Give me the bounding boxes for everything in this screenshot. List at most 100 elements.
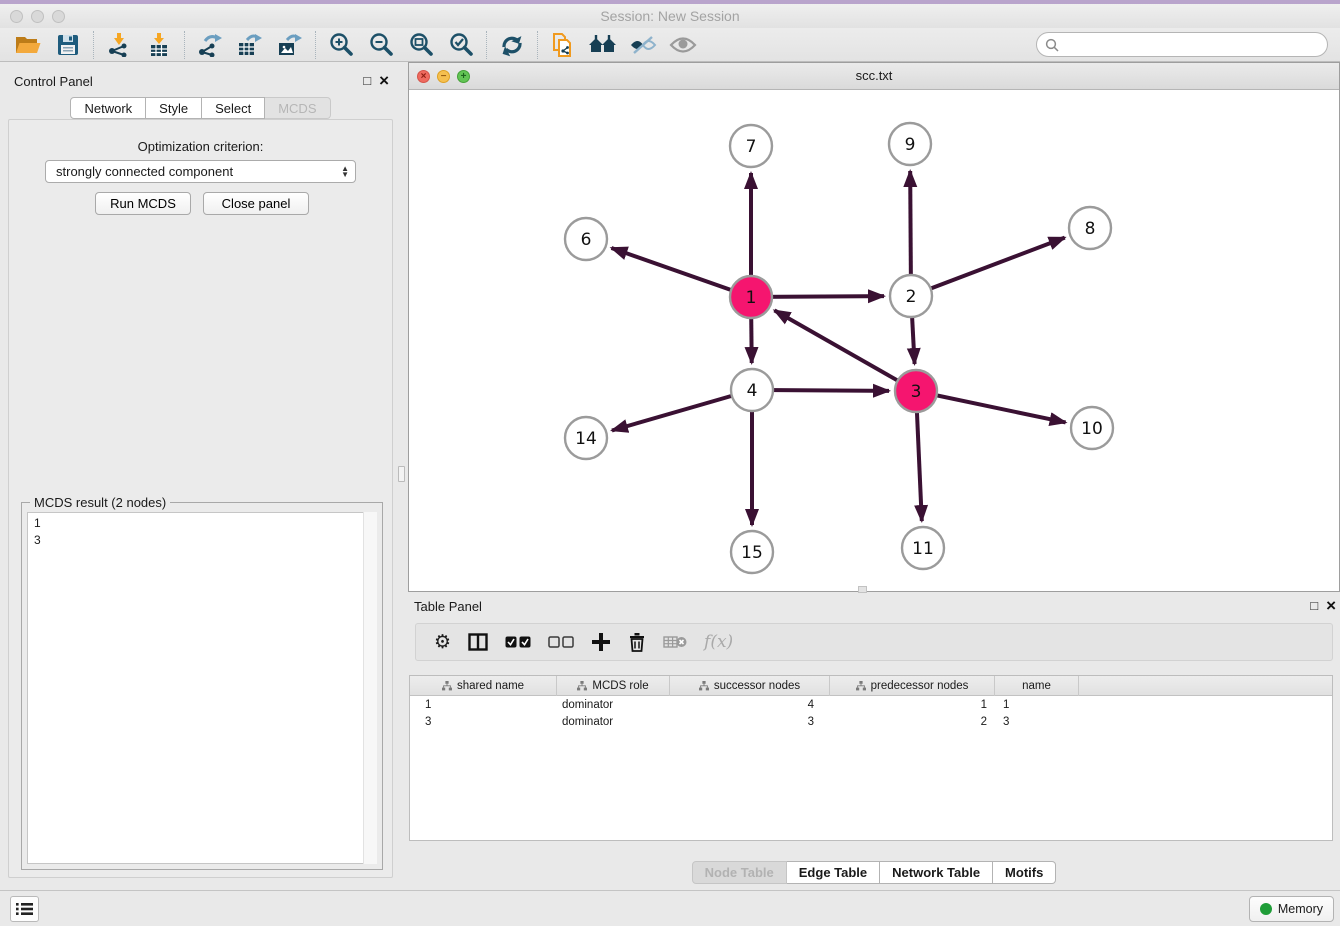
node-6[interactable]: 6: [565, 218, 607, 260]
edge-3-10[interactable]: [916, 391, 1066, 422]
canvas-splitter-handle[interactable]: [858, 586, 867, 593]
table-row[interactable]: 3dominator323: [410, 713, 1332, 730]
table-panel-header: Table Panel □ ×: [408, 595, 1340, 621]
task-history-button[interactable]: [10, 896, 39, 922]
zoom-in-button[interactable]: [321, 30, 361, 60]
table-header-row: shared nameMCDS rolesuccessor nodesprede…: [410, 676, 1332, 696]
node-table: shared nameMCDS rolesuccessor nodesprede…: [409, 675, 1333, 841]
delete-table-icon[interactable]: [663, 634, 687, 650]
node-label: 10: [1081, 419, 1103, 439]
tab-network[interactable]: Network: [70, 97, 146, 119]
select-all-checkboxes-icon[interactable]: [505, 636, 531, 648]
edge-3-1[interactable]: [774, 310, 916, 391]
tab-node-table[interactable]: Node Table: [692, 861, 787, 884]
cell-successor-nodes[interactable]: 4: [670, 696, 830, 713]
zoom-out-icon: [368, 32, 394, 58]
tab-motifs[interactable]: Motifs: [993, 861, 1056, 884]
copy-network-style-button[interactable]: [543, 30, 583, 60]
cell-successor-nodes[interactable]: 3: [670, 713, 830, 730]
node-3[interactable]: 3: [895, 370, 937, 412]
node-label: 15: [741, 543, 763, 563]
node-7[interactable]: 7: [730, 125, 772, 167]
zoom-fit-button[interactable]: [401, 30, 441, 60]
import-network-button[interactable]: [99, 30, 139, 60]
tab-network-table[interactable]: Network Table: [880, 861, 993, 884]
search-input[interactable]: [1064, 37, 1327, 52]
save-session-button[interactable]: [48, 30, 88, 60]
export-table-button[interactable]: [230, 30, 270, 60]
cell-shared-name[interactable]: 3: [410, 713, 557, 730]
node-4[interactable]: 4: [731, 369, 773, 411]
close-panel-icon[interactable]: ×: [379, 73, 389, 88]
sort-hierarchy-icon: [699, 681, 709, 691]
close-table-panel-icon[interactable]: ×: [1326, 598, 1336, 613]
node-10[interactable]: 10: [1071, 407, 1113, 449]
global-search[interactable]: [1036, 32, 1328, 57]
optimization-select[interactable]: strongly connected component ▲▼: [45, 160, 356, 183]
settings-gear-icon[interactable]: ⚙: [434, 633, 451, 652]
table-tabs: Node TableEdge TableNetwork TableMotifs: [408, 861, 1340, 884]
export-network-button[interactable]: [190, 30, 230, 60]
network-window-titlebar[interactable]: × − + scc.txt: [409, 63, 1339, 90]
show-graphics-details-button[interactable]: [663, 30, 703, 60]
zoom-selected-button[interactable]: [441, 30, 481, 60]
open-folder-icon: [15, 34, 41, 56]
home-layout-button[interactable]: [583, 30, 623, 60]
add-column-icon[interactable]: [591, 632, 611, 652]
node-label: 8: [1085, 219, 1096, 239]
tab-edge-table[interactable]: Edge Table: [787, 861, 880, 884]
cell-name[interactable]: 3: [995, 713, 1079, 730]
zoom-out-button[interactable]: [361, 30, 401, 60]
application-window: Session: New Session: [0, 0, 1340, 926]
node-11[interactable]: 11: [902, 527, 944, 569]
node-label: 9: [905, 135, 916, 155]
cell-MCDS-role[interactable]: dominator: [557, 696, 670, 713]
refresh-view-button[interactable]: [492, 30, 532, 60]
export-table-icon: [237, 33, 263, 57]
cell-predecessor-nodes[interactable]: 1: [830, 696, 995, 713]
tab-select[interactable]: Select: [202, 97, 265, 119]
delete-column-icon[interactable]: [628, 632, 646, 652]
cell-name[interactable]: 1: [995, 696, 1079, 713]
tab-mcds[interactable]: MCDS: [265, 97, 330, 119]
run-mcds-button[interactable]: Run MCDS: [95, 192, 191, 215]
result-scrollbar[interactable]: [363, 512, 377, 864]
float-panel-icon[interactable]: □: [363, 74, 371, 87]
node-2[interactable]: 2: [890, 275, 932, 317]
export-network-icon: [197, 33, 223, 57]
column-header-name[interactable]: name: [995, 676, 1079, 696]
node-1[interactable]: 1: [730, 276, 772, 318]
open-session-button[interactable]: [8, 30, 48, 60]
hide-graphics-details-button[interactable]: [623, 30, 663, 60]
node-15[interactable]: 15: [731, 531, 773, 573]
cell-predecessor-nodes[interactable]: 2: [830, 713, 995, 730]
node-8[interactable]: 8: [1069, 207, 1111, 249]
column-header-MCDS-role[interactable]: MCDS role: [557, 676, 670, 696]
column-header-shared-name[interactable]: shared name: [410, 676, 557, 696]
control-panel-title: Control Panel: [14, 74, 93, 89]
network-graph[interactable]: 7 9 6 8 1 2 4 3 14 10 15 11: [409, 90, 1339, 591]
deselect-checkboxes-icon[interactable]: [548, 636, 574, 648]
import-table-button[interactable]: [139, 30, 179, 60]
table-row[interactable]: 1dominator411: [410, 696, 1332, 713]
sort-hierarchy-icon: [856, 681, 866, 691]
memory-label: Memory: [1278, 902, 1323, 916]
function-builder-button[interactable]: f(x): [704, 632, 733, 652]
mcds-result-text[interactable]: 13: [27, 512, 377, 864]
cell-MCDS-role[interactable]: dominator: [557, 713, 670, 730]
table-panel-title: Table Panel: [414, 599, 482, 614]
column-header-predecessor-nodes[interactable]: predecessor nodes: [830, 676, 995, 696]
split-columns-icon[interactable]: [468, 633, 488, 651]
cell-shared-name[interactable]: 1: [410, 696, 557, 713]
network-view-window: × − + scc.txt 7 9 6 8 1 2 4 3 14 10 15 11: [408, 62, 1340, 592]
memory-button[interactable]: Memory: [1249, 896, 1334, 922]
export-image-button[interactable]: [270, 30, 310, 60]
edge-2-8[interactable]: [911, 238, 1065, 296]
tab-style[interactable]: Style: [146, 97, 202, 119]
float-table-panel-icon[interactable]: □: [1310, 599, 1318, 612]
column-header-successor-nodes[interactable]: successor nodes: [670, 676, 830, 696]
close-panel-button[interactable]: Close panel: [203, 192, 309, 215]
node-14[interactable]: 14: [565, 417, 607, 459]
node-9[interactable]: 9: [889, 123, 931, 165]
panel-splitter-handle[interactable]: [398, 466, 405, 482]
